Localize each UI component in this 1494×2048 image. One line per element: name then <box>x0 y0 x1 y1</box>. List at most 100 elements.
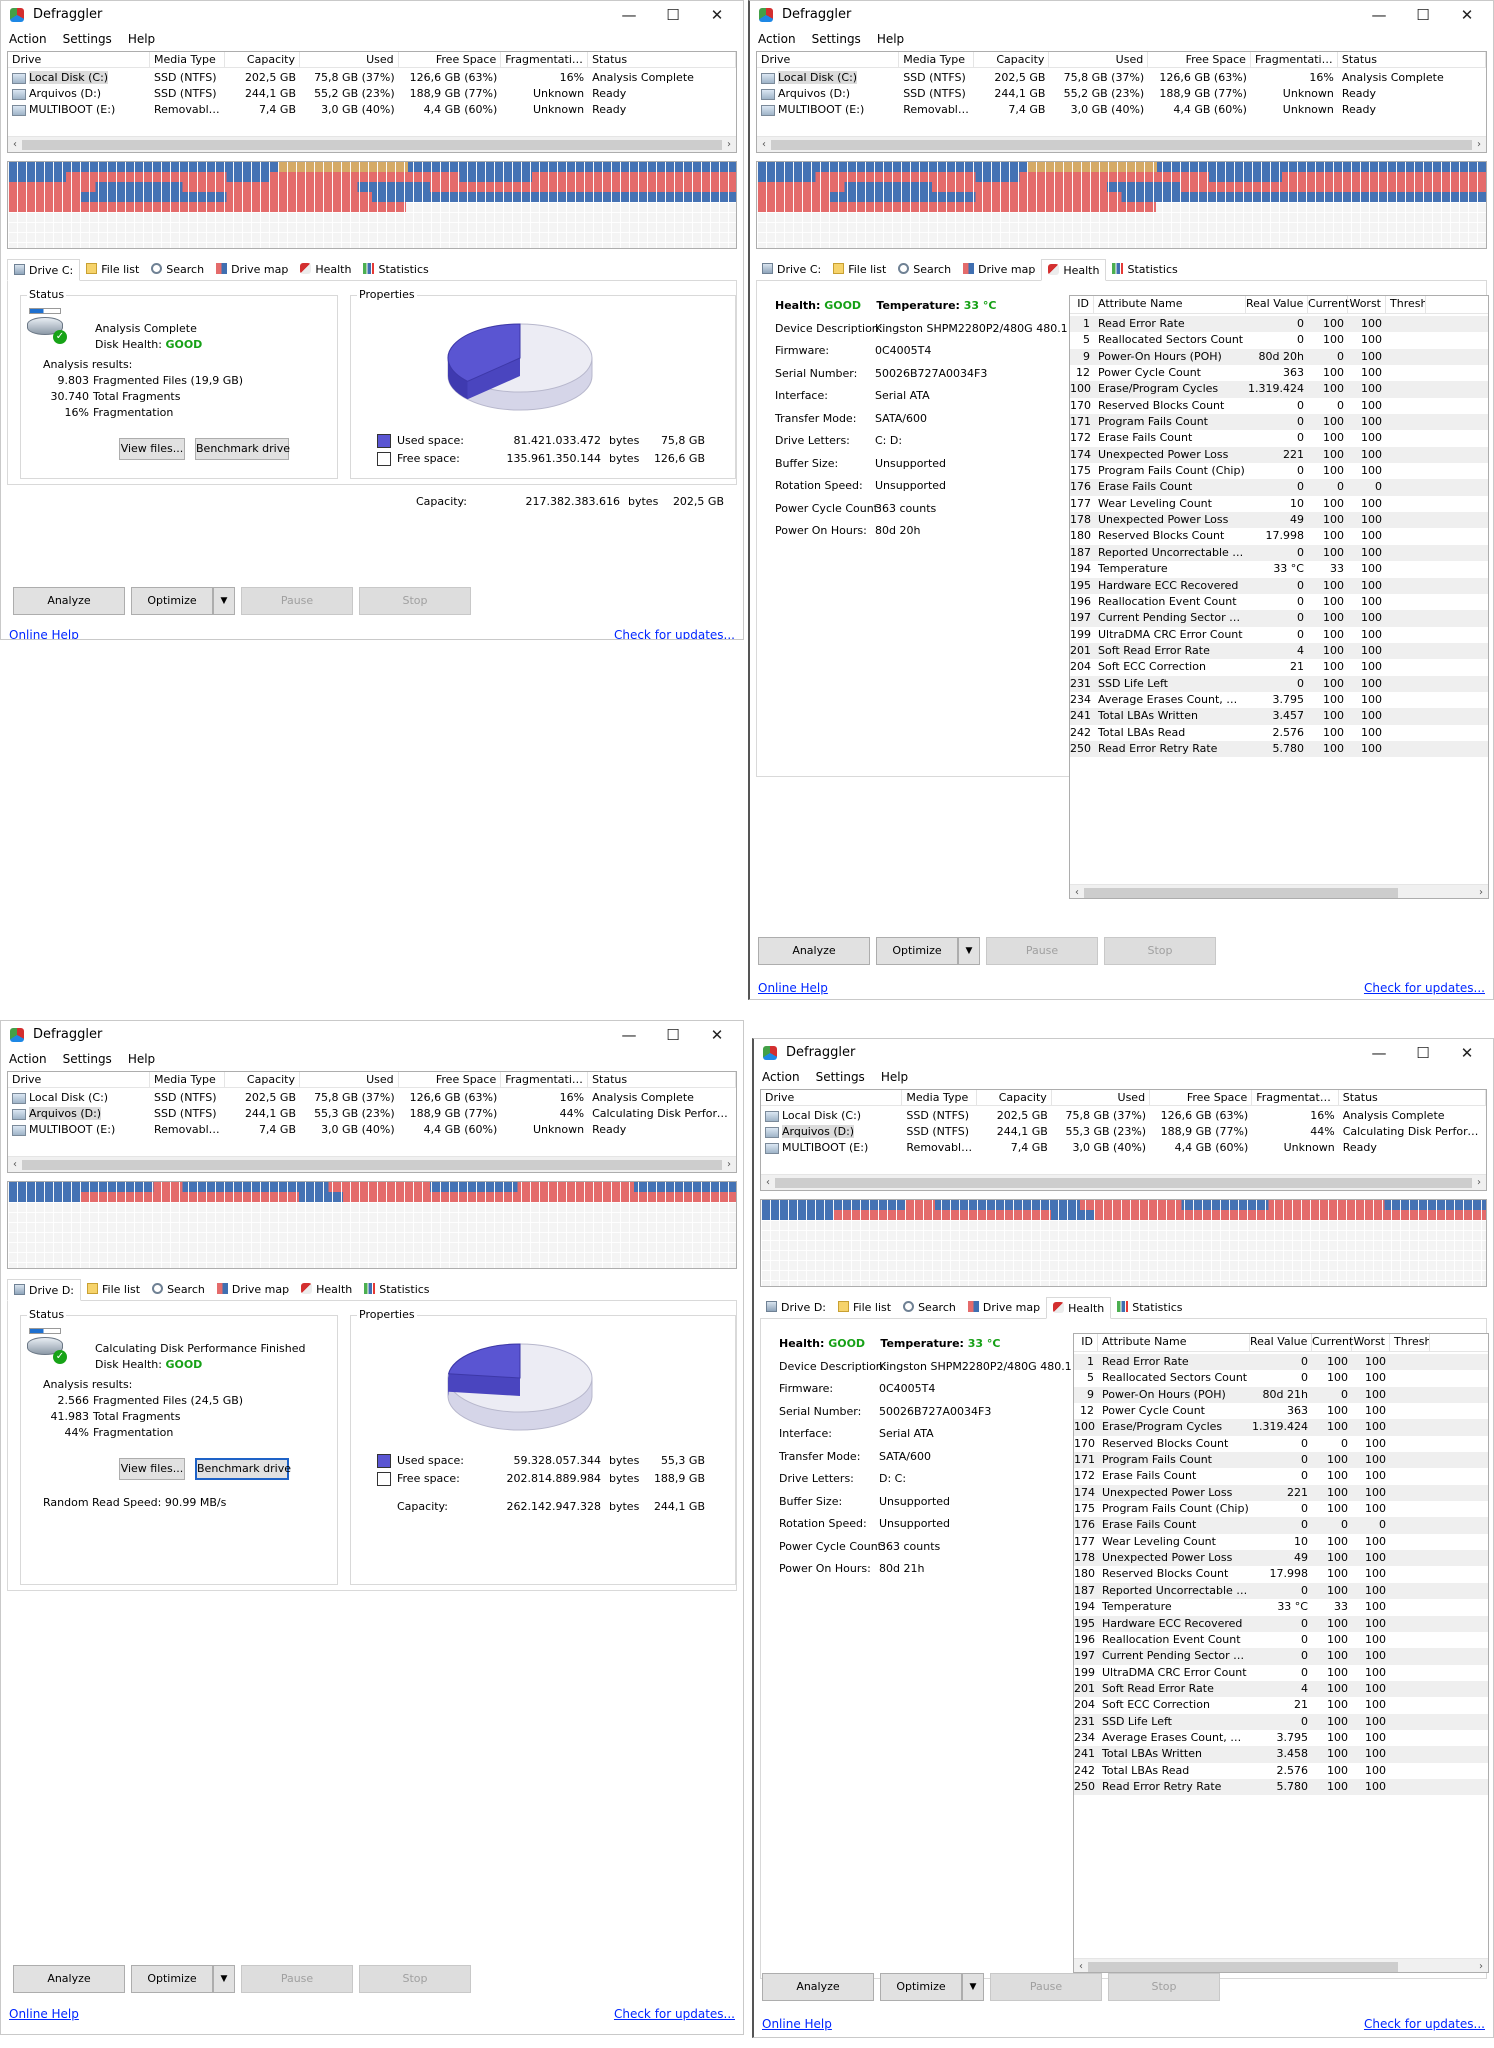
tab-health[interactable]: Health <box>294 260 357 280</box>
tab-drive-map[interactable]: Drive map <box>957 260 1041 280</box>
scroll-left-icon[interactable]: ‹ <box>1070 885 1084 898</box>
col-attribute-name[interactable]: Attribute Name <box>1094 296 1246 313</box>
tab-health[interactable]: Health <box>1041 259 1107 281</box>
col-used[interactable]: Used <box>300 52 399 67</box>
pause-button[interactable]: Pause <box>990 1973 1102 2001</box>
analyze-button[interactable]: Analyze <box>13 587 125 615</box>
col-drive[interactable]: Drive <box>757 52 900 67</box>
optimize-button[interactable]: Optimize <box>131 587 213 615</box>
col-drive[interactable]: Drive <box>8 52 150 67</box>
attr-row[interactable]: 5 Reallocated Sectors Count 0 100 100 <box>1070 332 1488 349</box>
attr-row[interactable]: 194 Temperature 33 °C 33 100 <box>1074 1599 1488 1616</box>
attr-row[interactable]: 195 Hardware ECC Recovered 0 100 100 <box>1070 577 1488 594</box>
attr-row[interactable]: 12 Power Cycle Count 363 100 100 <box>1074 1403 1488 1420</box>
col-capacity[interactable]: Capacity <box>225 52 300 67</box>
menu-action[interactable]: Action <box>9 29 47 51</box>
tab-drive-d[interactable]: Drive D: <box>760 1298 832 1318</box>
scroll-left-icon[interactable]: ‹ <box>8 1157 22 1173</box>
drive-row-c[interactable]: Local Disk (C:) SSD (NTFS) 202,5 GB 75,8 GB… <box>8 70 736 86</box>
menu-settings[interactable]: Settings <box>812 29 861 51</box>
drive-row-c[interactable]: Local Disk (C:) SSD (NTFS) 202,5 GB 75,8 GB… <box>8 1090 736 1106</box>
optimize-button[interactable]: Optimize <box>131 1965 213 1993</box>
optimize-button[interactable]: Optimize <box>876 937 958 965</box>
scroll-right-icon[interactable]: › <box>1472 137 1486 153</box>
horizontal-scrollbar[interactable]: ‹ › <box>1074 1958 1488 1972</box>
col-threshold[interactable]: Thresh <box>1390 1334 1430 1351</box>
attr-row[interactable]: 176 Erase Fails Count 0 0 0 <box>1070 479 1488 496</box>
attr-row[interactable]: 1 Read Error Rate 0 100 100 <box>1074 1354 1488 1371</box>
optimize-dropdown-icon[interactable]: ▼ <box>213 1965 235 1993</box>
attr-row[interactable]: 175 Program Fails Count (Chip) 0 100 100 <box>1074 1501 1488 1518</box>
attr-row[interactable]: 197 Current Pending Sector Count 0 100 100 <box>1074 1648 1488 1665</box>
scroll-right-icon[interactable]: › <box>1474 1959 1488 1972</box>
col-capacity[interactable]: Capacity <box>974 52 1050 67</box>
attr-row[interactable]: 250 Read Error Retry Rate 5.780 100 100 <box>1074 1778 1488 1796</box>
attr-row[interactable]: 172 Erase Fails Count 0 100 100 <box>1074 1468 1488 1485</box>
col-used[interactable]: Used <box>300 1072 399 1087</box>
scroll-left-icon[interactable]: ‹ <box>761 1175 775 1191</box>
attr-row[interactable]: 174 Unexpected Power Loss 221 100 100 <box>1074 1484 1488 1502</box>
tab-drive-map[interactable]: Drive map <box>962 1298 1046 1318</box>
col-capacity[interactable]: Capacity <box>225 1072 300 1087</box>
drive-map[interactable] <box>7 1181 737 1269</box>
tab-drive-map[interactable]: Drive map <box>210 260 294 280</box>
col-id[interactable]: ID <box>1074 1334 1098 1351</box>
attr-row[interactable]: 177 Wear Leveling Count 10 100 100 <box>1074 1533 1488 1551</box>
col-drive[interactable]: Drive <box>8 1072 150 1087</box>
attr-row[interactable]: 231 SSD Life Left 0 100 100 <box>1070 675 1488 692</box>
menu-settings[interactable]: Settings <box>63 29 112 51</box>
scroll-right-icon[interactable]: › <box>722 1157 736 1173</box>
attr-row[interactable]: 9 Power-On Hours (POH) 80d 20h 0 100 <box>1070 348 1488 366</box>
col-media-type[interactable]: Media Type <box>150 1072 225 1087</box>
col-status[interactable]: Status <box>1339 1090 1486 1105</box>
stop-button[interactable]: Stop <box>1104 937 1216 965</box>
col-free-space[interactable]: Free Space <box>1148 52 1251 67</box>
horizontal-scrollbar[interactable]: ‹ › <box>761 1174 1486 1190</box>
stop-button[interactable]: Stop <box>359 1965 471 1993</box>
scroll-left-icon[interactable]: ‹ <box>1074 1959 1088 1972</box>
minimize-button[interactable]: — <box>607 1023 651 1047</box>
col-used[interactable]: Used <box>1049 52 1149 67</box>
online-help-link[interactable]: Online Help <box>762 2017 832 2031</box>
attr-row[interactable]: 204 Soft ECC Correction 21 100 100 <box>1074 1697 1488 1714</box>
drive-row-c[interactable]: Local Disk (C:) SSD (NTFS) 202,5 GB 75,8 GB… <box>761 1108 1486 1124</box>
menu-help[interactable]: Help <box>128 1049 155 1071</box>
benchmark-drive-button[interactable]: Benchmark drive <box>195 1458 291 1480</box>
stop-button[interactable]: Stop <box>1108 1973 1220 2001</box>
col-fragmentation[interactable]: Fragmentation <box>501 52 589 67</box>
col-current[interactable]: Current <box>1308 296 1349 313</box>
col-status[interactable]: Status <box>588 52 736 67</box>
col-free-space[interactable]: Free Space <box>399 52 502 67</box>
drive-row-c[interactable]: Local Disk (C:) SSD (NTFS) 202,5 GB 75,8 GB… <box>757 70 1486 86</box>
minimize-button[interactable]: — <box>1357 1041 1401 1065</box>
attr-row[interactable]: 187 Reported Uncorrectable Errors 0 100 100 <box>1074 1582 1488 1600</box>
drive-row-e[interactable]: MULTIBOOT (E:) Removable ... 7,4 GB 3,0 GB … <box>8 1122 736 1138</box>
col-current[interactable]: Current <box>1312 1334 1353 1351</box>
analyze-button[interactable]: Analyze <box>13 1965 125 1993</box>
attr-row[interactable]: 231 SSD Life Left 0 100 100 <box>1074 1713 1488 1730</box>
scroll-thumb[interactable] <box>1088 1962 1398 1972</box>
menu-action[interactable]: Action <box>758 29 796 51</box>
attr-row[interactable]: 201 Soft Read Error Rate 4 100 100 <box>1070 642 1488 660</box>
minimize-button[interactable]: — <box>1357 3 1401 27</box>
attr-row[interactable]: 194 Temperature 33 °C 33 100 <box>1070 561 1488 578</box>
attr-row[interactable]: 174 Unexpected Power Loss 221 100 100 <box>1070 446 1488 464</box>
tab-file-list[interactable]: File list <box>81 1280 146 1300</box>
col-attribute-name[interactable]: Attribute Name <box>1098 1334 1250 1351</box>
analyze-button[interactable]: Analyze <box>758 937 870 965</box>
view-files-button[interactable]: View files... <box>119 1458 185 1480</box>
drive-row-d[interactable]: Arquivos (D:) SSD (NTFS) 244,1 GB 55,2 GB (… <box>757 86 1486 102</box>
optimize-dropdown-icon[interactable]: ▼ <box>958 937 980 965</box>
col-media-type[interactable]: Media Type <box>150 52 225 67</box>
tab-search[interactable]: Search <box>145 260 210 280</box>
col-fragmentation[interactable]: Fragmentation <box>501 1072 589 1087</box>
drive-row-d[interactable]: Arquivos (D:) SSD (NTFS) 244,1 GB 55,2 GB (… <box>8 86 736 102</box>
menu-settings[interactable]: Settings <box>63 1049 112 1071</box>
col-capacity[interactable]: Capacity <box>977 1090 1052 1105</box>
col-threshold[interactable]: Thresh <box>1386 296 1426 313</box>
tab-statistics[interactable]: Statistics <box>1106 260 1183 280</box>
check-updates-link[interactable]: Check for updates... <box>614 2007 735 2021</box>
attr-row[interactable]: 196 Reallocation Event Count 0 100 100 <box>1070 593 1488 611</box>
col-status[interactable]: Status <box>588 1072 736 1087</box>
attr-row[interactable]: 171 Program Fails Count 0 100 100 <box>1070 414 1488 431</box>
